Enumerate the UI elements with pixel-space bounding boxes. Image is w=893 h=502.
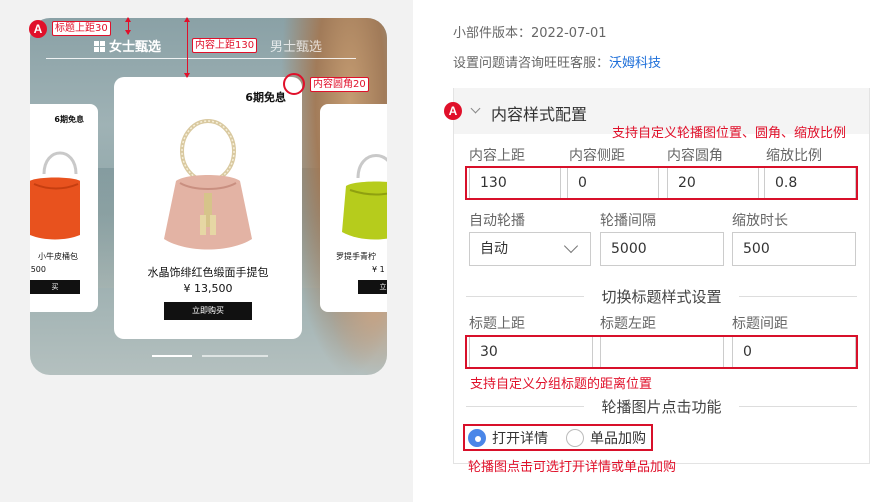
product-name: 罗提手青柠 [336, 252, 376, 261]
label-content-side: 内容侧距 [569, 148, 625, 164]
chevron-down-icon[interactable] [470, 103, 481, 114]
buy-button[interactable]: 立 [358, 280, 387, 294]
zoom-duration-input[interactable]: 500 [732, 232, 856, 266]
label-zoom-ratio: 缩放比例 [766, 148, 822, 164]
tab-men[interactable]: 男士甄选 [270, 36, 322, 55]
label-autoplay: 自动轮播 [469, 213, 525, 229]
product-name: 水晶饰绯红色缎面手提包 [147, 266, 269, 279]
tab-underline [46, 58, 356, 59]
note-click: 轮播图点击可选打开详情或单品加购 [468, 460, 677, 475]
label-zoom-duration: 缩放时长 [732, 213, 788, 229]
contact-info: 设置问题请咨询旺旺客服：沃姆科技 [453, 52, 661, 71]
note-carousel: 支持自定义轮播图位置、圆角、缩放比例 [612, 126, 847, 141]
chevron-down-icon [563, 238, 579, 254]
autoplay-value: 自动 [480, 241, 508, 257]
label-title-top: 标题上距 [469, 316, 525, 332]
indicator-active[interactable] [152, 355, 192, 357]
installment-badge: 6期免息 [54, 115, 84, 124]
annotation-radius-circle [283, 73, 305, 95]
section-title-style: 切换标题样式设置 [601, 288, 722, 306]
tab-women-label: 女士甄选 [109, 40, 162, 55]
interval-input[interactable]: 5000 [600, 232, 724, 266]
annotation-title-top-arrow [125, 17, 131, 35]
tab-women[interactable]: 女士甄选 [94, 36, 161, 55]
product-card-left[interactable]: 6期免息 小牛皮桶包 500 买 [30, 104, 98, 312]
highlight-radios [463, 424, 653, 451]
content-style-panel: 内容样式配置 支持自定义轮播图位置、圆角、缩放比例 内容上距 内容侧距 内容圆角… [453, 88, 870, 464]
highlight-row3 [465, 335, 858, 369]
label-title-gap: 标题间距 [732, 316, 788, 332]
grid-icon [94, 41, 105, 52]
widget-version: 小部件版本：2022-07-01 [453, 26, 607, 41]
annotation-badge-a: A [29, 20, 47, 38]
annotation-content-top-arrow [184, 17, 190, 78]
product-price: 500 [30, 265, 46, 274]
contact-link[interactable]: 沃姆科技 [609, 56, 661, 71]
product-name: 小牛皮桶包 [38, 252, 78, 261]
product-price: ¥ 1 [372, 265, 385, 274]
annotation-badge-a: A [444, 102, 462, 120]
installment-badge: 6期免息 [245, 91, 286, 104]
product-card-right[interactable]: 罗提手青柠 ¥ 1 立 [320, 104, 387, 312]
panel-title: 内容样式配置 [491, 105, 588, 124]
autoplay-select[interactable]: 自动 [469, 232, 591, 266]
note-title: 支持自定义分组标题的距离位置 [470, 377, 653, 392]
carousel-preview: 女士甄选 男士甄选 6期免息 小牛皮桶包 500 买 罗提手青柠 ¥ 1 立 6… [30, 18, 387, 375]
lime-bag-image [342, 154, 387, 240]
indicator-inactive[interactable] [202, 355, 268, 357]
annotation-content-radius: 内容圆角20 [310, 77, 369, 92]
section-click: 轮播图片点击功能 [601, 398, 722, 416]
orange-bag-image [30, 151, 80, 240]
buy-button[interactable]: 买 [30, 280, 80, 294]
product-price: ¥ 13,500 [183, 282, 233, 295]
pink-bag-image [164, 119, 252, 250]
label-interval: 轮播间隔 [600, 213, 656, 229]
annotation-content-top: 内容上距130 [192, 38, 258, 53]
annotation-title-top: 标题上距30 [52, 21, 111, 36]
buy-button[interactable]: 立即购买 [164, 302, 252, 320]
label-content-radius: 内容圆角 [667, 148, 723, 164]
label-title-left: 标题左距 [600, 316, 656, 332]
highlight-row1 [465, 166, 858, 200]
contact-label: 设置问题请咨询旺旺客服： [453, 56, 610, 71]
label-content-top: 内容上距 [469, 148, 525, 164]
product-card-main[interactable]: 6期免息 水晶饰绯红色缎面手提包 ¥ 13,500 立即购买 [114, 77, 302, 339]
